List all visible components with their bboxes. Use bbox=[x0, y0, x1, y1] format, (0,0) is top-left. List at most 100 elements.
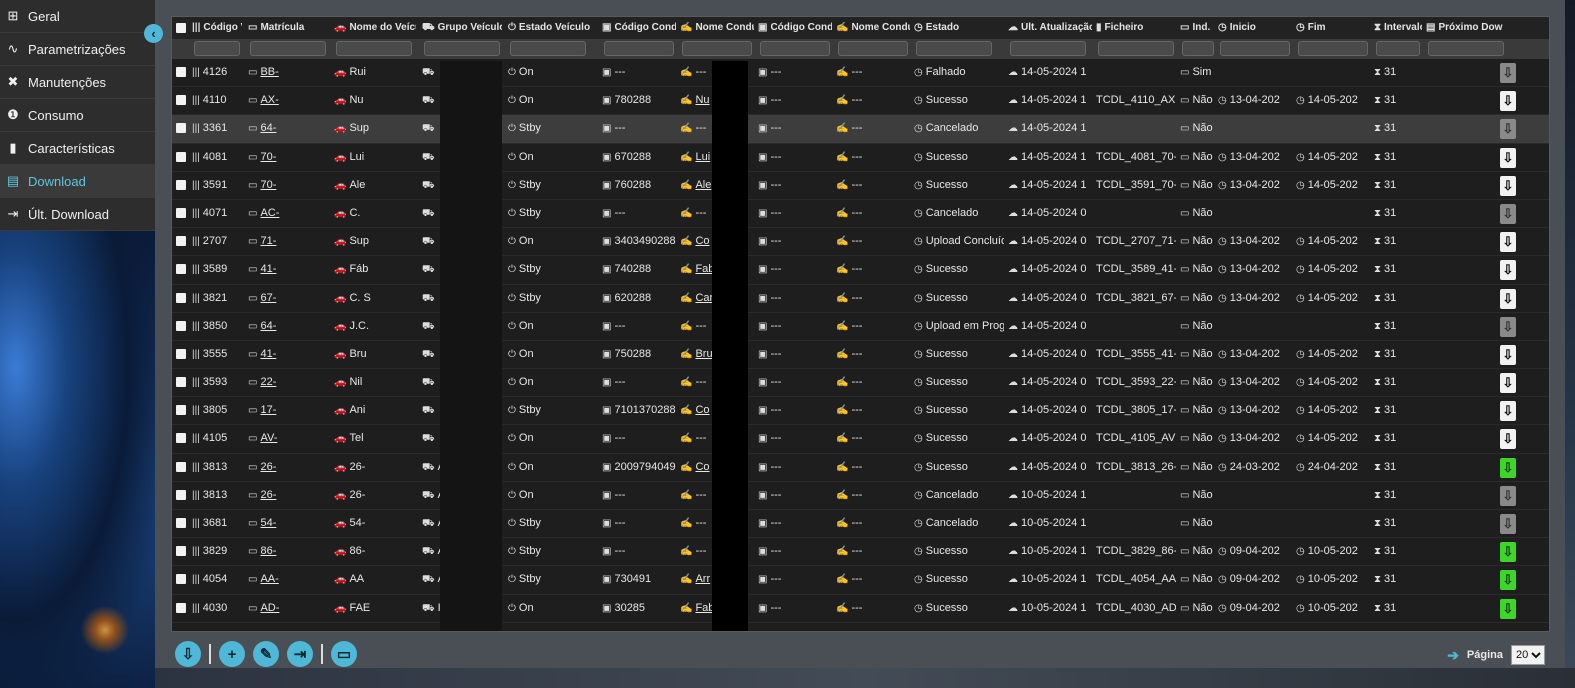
cell-matricula[interactable]: ▭ 70- bbox=[248, 151, 328, 163]
filter-input-estado[interactable] bbox=[916, 41, 992, 56]
download-file-icon[interactable]: ⇩ bbox=[1500, 401, 1516, 422]
column-header-intervalo[interactable]: ⧗ Intervalo bbox=[1374, 22, 1422, 33]
filter-input-fim[interactable] bbox=[1298, 41, 1368, 56]
cell-matricula[interactable]: ▭ AA- bbox=[248, 573, 328, 585]
cell-matricula[interactable]: ▭ AV- bbox=[248, 432, 328, 444]
download-file-icon[interactable]: ⇩ bbox=[1500, 147, 1516, 168]
download-file-icon[interactable]: ⇩ bbox=[1500, 570, 1516, 591]
row-checkbox[interactable] bbox=[176, 489, 186, 500]
sidebar-item-download[interactable]: ▤ Download bbox=[0, 165, 155, 198]
download-file-icon[interactable]: ⇩ bbox=[1500, 429, 1516, 450]
cell-matricula[interactable]: ▭ AX- bbox=[248, 94, 328, 106]
download-file-icon[interactable]: ⇩ bbox=[1500, 344, 1516, 365]
table-row[interactable]: |||3813▭26-🚗26-⛟A⏻On▣20097940491✍Co▣---✍… bbox=[172, 454, 1549, 482]
cell-matricula[interactable]: ▭ AC- bbox=[248, 207, 328, 219]
download-file-icon[interactable]: ⇩ bbox=[1500, 542, 1516, 563]
column-header-fim[interactable]: ◷ Fim bbox=[1296, 22, 1370, 33]
download-file-icon[interactable]: ⇩ bbox=[1500, 232, 1516, 253]
download-file-icon[interactable]: ⇩ bbox=[1500, 373, 1516, 394]
column-header-matricula[interactable]: ▭ Matrícula bbox=[248, 22, 328, 33]
filter-input-nome_veiculo[interactable] bbox=[336, 41, 412, 56]
filter-input-codigo_viatura[interactable] bbox=[194, 41, 240, 56]
row-checkbox[interactable] bbox=[176, 546, 186, 557]
download-file-icon[interactable]: ⇩ bbox=[1500, 598, 1516, 619]
filter-input-nome_condutor1[interactable] bbox=[682, 41, 752, 56]
column-header-estado_veiculo[interactable]: ⏻ Estado Veículo bbox=[508, 22, 598, 33]
filter-input-proximo[interactable] bbox=[1428, 41, 1504, 56]
column-header-codigo_condutor1[interactable]: ▣Código Conduto bbox=[602, 22, 676, 33]
table-row[interactable]: ||| 2707 ▭ 71- 🚗 Sup ⛟ ⏻ On ▣ 3403490288 ✍ Co ▣ --- ✍ --… bbox=[172, 228, 1549, 257]
row-checkbox[interactable] bbox=[176, 236, 186, 247]
sidebar-item-características[interactable]: ▮ Características bbox=[0, 132, 155, 165]
row-checkbox[interactable] bbox=[176, 151, 186, 162]
filter-input-grupo_veiculo[interactable] bbox=[424, 41, 500, 56]
cell-matricula[interactable]: ▭ 26- bbox=[248, 461, 328, 473]
download-file-icon[interactable]: ⇩ bbox=[1500, 91, 1516, 112]
row-checkbox[interactable] bbox=[176, 292, 186, 303]
row-checkbox[interactable] bbox=[176, 95, 186, 106]
edit-button[interactable]: ✎ bbox=[253, 641, 279, 667]
cell-matricula[interactable]: ▭ 54- bbox=[248, 517, 328, 529]
table-row[interactable]: ||| 3555 ▭ 41- 🚗 Bru ⛟ ⏻ On ▣ 750288 ✍ Bru ▣ --- ✍ --- ◷ S… bbox=[172, 341, 1549, 370]
download-button[interactable]: ⇩ bbox=[175, 641, 201, 667]
row-checkbox[interactable] bbox=[176, 123, 186, 134]
table-row[interactable]: ||| 3589 ▭ 41- 🚗 Fáb ⛟ ⏻ Stby ▣ 740288 ✍ Fab ▣ --- ✍ ---… bbox=[172, 256, 1549, 285]
cell-matricula[interactable]: ▭ 64- bbox=[248, 122, 328, 134]
download-file-icon[interactable]: ⇩ bbox=[1500, 288, 1516, 309]
cell-matricula[interactable]: ▭ 71- bbox=[248, 235, 328, 247]
column-header-inicio[interactable]: ◷ Inicio bbox=[1218, 22, 1292, 33]
column-header-nome_condutor2[interactable]: ✍Nome Conduto bbox=[836, 22, 910, 33]
filter-input-codigo_condutor1[interactable] bbox=[604, 41, 674, 56]
download-file-icon[interactable]: ⇩ bbox=[1500, 457, 1516, 478]
download-file-icon[interactable]: ⇩ bbox=[1500, 63, 1516, 83]
column-header-nome_veiculo[interactable]: 🚗Nome do Veículo bbox=[334, 22, 416, 33]
filter-input-inicio[interactable] bbox=[1220, 41, 1290, 56]
download-file-icon[interactable]: ⇩ bbox=[1500, 119, 1516, 140]
export-button[interactable]: ⇥ bbox=[287, 641, 313, 667]
filter-input-nome_condutor2[interactable] bbox=[838, 41, 908, 56]
cell-matricula[interactable]: ▭ 22- bbox=[248, 376, 328, 388]
table-row[interactable]: ||| 4105 ▭ AV- 🚗 Tel ⛟ ⏻ On ▣ --- ✍ --- ▣ --- ✍ --- ◷ Suce… bbox=[172, 425, 1549, 454]
table-row[interactable]: ||| 3805 ▭ 17- 🚗 Ani ⛟ ⏻ Stby ▣ 7101370288 ✍ Co ▣ --- ✍… bbox=[172, 397, 1549, 426]
table-row[interactable]: ||| 4110 ▭ AX- 🚗 Nu ⛟ ⏻ On ▣ 780288 ✍ Nu ▣ --- ✍ --- ◷ Suc… bbox=[172, 87, 1549, 116]
filter-input-intervalo[interactable] bbox=[1376, 41, 1420, 56]
download-file-icon[interactable]: ⇩ bbox=[1500, 514, 1516, 534]
page-size-select[interactable]: 20 bbox=[1511, 645, 1545, 665]
filter-input-ult_atualizacao[interactable] bbox=[1010, 41, 1086, 56]
cell-matricula[interactable]: ▭ 17- bbox=[248, 404, 328, 416]
table-row[interactable]: ||| 4081 ▭ 70- 🚗 Lui ⛟ ⏻ On ▣ 670288 ✍ Lui ▣ --- ✍ --- ◷ S… bbox=[172, 144, 1549, 172]
filter-input-matricula[interactable] bbox=[250, 41, 326, 56]
table-row[interactable]: ||| 3361 ▭ 64- 🚗 Sup ⛟ ⏻ Stby ▣ --- ✍ --- ▣ --- ✍ --- ◷ Ca… bbox=[172, 115, 1549, 144]
sidebar-item-geral[interactable]: ⊞ Geral bbox=[0, 0, 155, 33]
table-row[interactable]: ||| 3591 ▭ 70- 🚗 Ale ⛟ ⏻ Stby ▣ 760288 ✍ Ale ▣ --- ✍ ---… bbox=[172, 172, 1549, 200]
card-button[interactable]: ▭ bbox=[331, 641, 357, 667]
cell-matricula[interactable]: ▭ 86- bbox=[248, 545, 328, 557]
row-checkbox[interactable] bbox=[176, 405, 186, 416]
column-header-estado[interactable]: ◷ Estado bbox=[914, 22, 1004, 33]
download-file-icon[interactable]: ⇩ bbox=[1500, 260, 1516, 281]
table-row[interactable]: ||| 3850 ▭ 64- 🚗 J.C. ⛟ ⏻ On ▣ --- ✍ --- ▣ --- ✍ --- ◷ Upl… bbox=[172, 313, 1549, 341]
table-row[interactable]: ||| 4126 ▭ BB- 🚗 Rui ⛟ ⏻ On ▣ --- ✍ --- ▣ --- ✍ --- ◷ Falh… bbox=[172, 59, 1549, 88]
row-checkbox[interactable] bbox=[176, 433, 186, 444]
select-all-checkbox[interactable] bbox=[176, 23, 186, 33]
download-file-icon[interactable]: ⇩ bbox=[1500, 485, 1516, 506]
table-row[interactable]: |||4030▭AD-🚗FAE⛟I⏻On▣30285✍Fab▣---✍---◷S… bbox=[172, 595, 1549, 623]
sidebar-item-últ-download[interactable]: ⇥ Últ. Download bbox=[0, 198, 155, 231]
filter-input-ind[interactable] bbox=[1182, 41, 1214, 56]
table-row[interactable]: ||| 3821 ▭ 67- 🚗 C. S ⛟ ⏻ Stby ▣ 620288 ✍ Car ▣ --- ✍ --… bbox=[172, 285, 1549, 313]
cell-matricula[interactable]: ▭ 41- bbox=[248, 348, 328, 360]
sidebar-item-parametrizações[interactable]: ∿ Parametrizações bbox=[0, 33, 155, 66]
row-checkbox[interactable] bbox=[176, 602, 186, 613]
row-checkbox[interactable] bbox=[176, 348, 186, 359]
row-checkbox[interactable] bbox=[176, 264, 186, 275]
download-file-icon[interactable]: ⇩ bbox=[1500, 175, 1516, 196]
row-checkbox[interactable] bbox=[176, 377, 186, 388]
cell-matricula[interactable]: ▭ 70- bbox=[248, 179, 328, 191]
column-header-ficheiro[interactable]: ▮ Ficheiro bbox=[1096, 22, 1176, 33]
row-checkbox[interactable] bbox=[176, 518, 186, 528]
cell-matricula[interactable]: ▭ 64- bbox=[248, 320, 328, 332]
row-checkbox[interactable] bbox=[176, 461, 186, 472]
filter-input-ficheiro[interactable] bbox=[1098, 41, 1174, 56]
sidebar-item-manutenções[interactable]: ✖ Manutenções bbox=[0, 66, 155, 99]
cell-matricula[interactable]: ▭ 67- bbox=[248, 292, 328, 304]
